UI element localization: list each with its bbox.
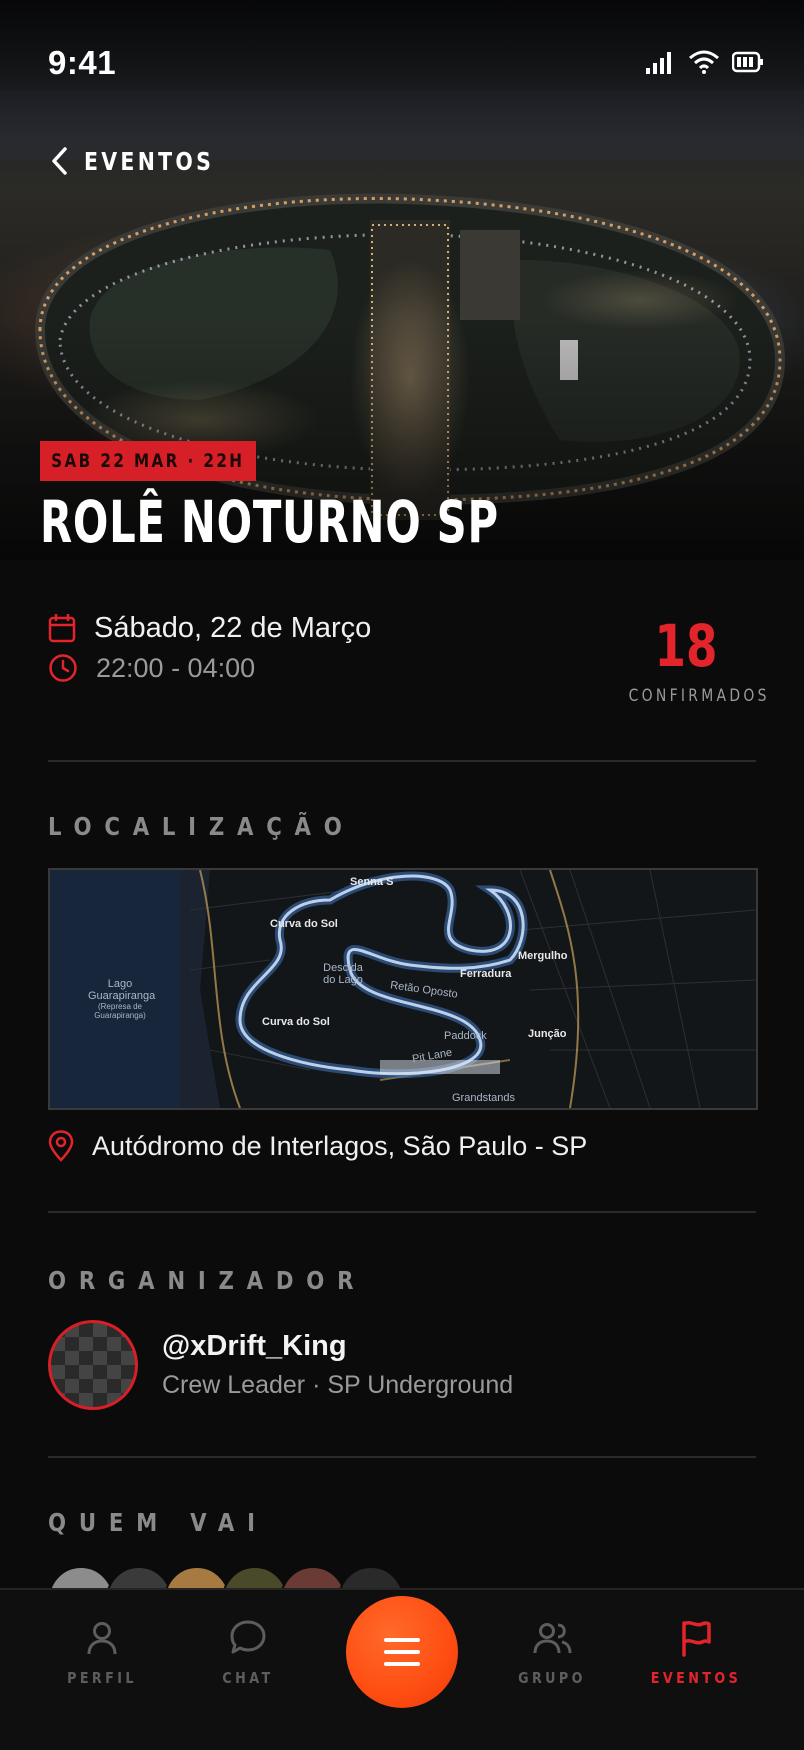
event-datetime: Sábado, 22 de Março 22:00 - 04:00 [48,608,371,688]
tab-perfil[interactable]: PERFIL [42,1618,162,1687]
organizer-info: @xDrift_King Crew Leader · SP Undergroun… [162,1330,513,1400]
wifi-icon [689,50,719,74]
back-button[interactable]: EVENTOS [50,146,243,176]
divider [48,760,756,762]
tab-eventos[interactable]: EVENTOS [636,1618,756,1687]
confirmed-count: 18 [654,612,718,680]
organizer-subtitle: Crew Leader · SP Underground [162,1371,514,1399]
event-address: Autódromo de Interlagos, São Paulo - SP [92,1130,588,1161]
organizer-section-label: ORGANIZADOR [48,1266,367,1295]
organizer-card[interactable]: @xDrift_King Crew Leader · SP Undergroun… [48,1320,513,1410]
event-time-row: 22:00 - 04:00 [48,648,371,688]
map-label: Curva do Sol [262,1016,330,1028]
confirmed-label: CONFIRMADOS [628,686,770,706]
menu-icon [384,1638,420,1666]
map-label: Mergulho [518,950,568,962]
event-date-tag-text: SAB 22 MAR · 22H [51,450,245,472]
organizer-avatar [48,1320,138,1410]
map-label: Grandstands [452,1092,515,1104]
event-date-row: Sábado, 22 de Março [48,608,371,648]
map-label: Descida do Lago [323,962,363,986]
chat-bubble-icon [230,1620,266,1654]
signal-icon [646,52,671,74]
group-icon [533,1623,572,1654]
attendees-section-label: QUEM VAI [48,1508,268,1537]
map-label: Junção [528,1028,567,1040]
event-title: ROLÊ NOTURNO SP [40,488,499,556]
map-label: Senna S [350,876,394,888]
map-label: (Represa de Guarapiranga) [94,1002,146,1020]
event-time: 22:00 - 04:00 [96,652,256,683]
back-label: EVENTOS [84,146,215,176]
status-time: 9:41 [48,44,117,81]
status-icons [644,50,764,74]
event-date-tag: SAB 22 MAR · 22H [40,441,256,481]
location-section-label: LOCALIZAÇÃO [48,812,355,841]
tab-label: PERFIL [67,1669,137,1687]
address-row[interactable]: Autódromo de Interlagos, São Paulo - SP [48,1130,587,1162]
calendar-icon [48,614,76,643]
location-map[interactable]: Senna S Curva do Sol Descida do Lago Fer… [48,868,758,1110]
map-label: Lago Guarapiranga [88,978,156,1002]
tab-chat[interactable]: CHAT [188,1618,308,1687]
flag-icon [682,1620,711,1657]
map-label: Ferradura [460,968,512,980]
organizer-handle: @xDrift_King [162,1330,347,1362]
map-label: Curva do Sol [270,918,338,930]
clock-icon [49,654,77,682]
person-icon [87,1622,117,1655]
divider [48,1211,756,1213]
tab-label: EVENTOS [650,1669,742,1687]
confirmed-counter: 18 CONFIRMADOS [616,612,770,706]
center-menu-button[interactable] [346,1596,458,1708]
event-date: Sábado, 22 de Março [94,611,372,644]
map-label: Paddock [444,1030,487,1042]
tab-label: CHAT [222,1669,274,1687]
tab-label: GRUPO [518,1669,586,1687]
divider [48,1456,756,1458]
battery-icon [732,51,763,73]
location-pin-icon [48,1130,74,1162]
chevron-left-icon [52,147,67,175]
tab-grupo[interactable]: GRUPO [492,1618,612,1687]
